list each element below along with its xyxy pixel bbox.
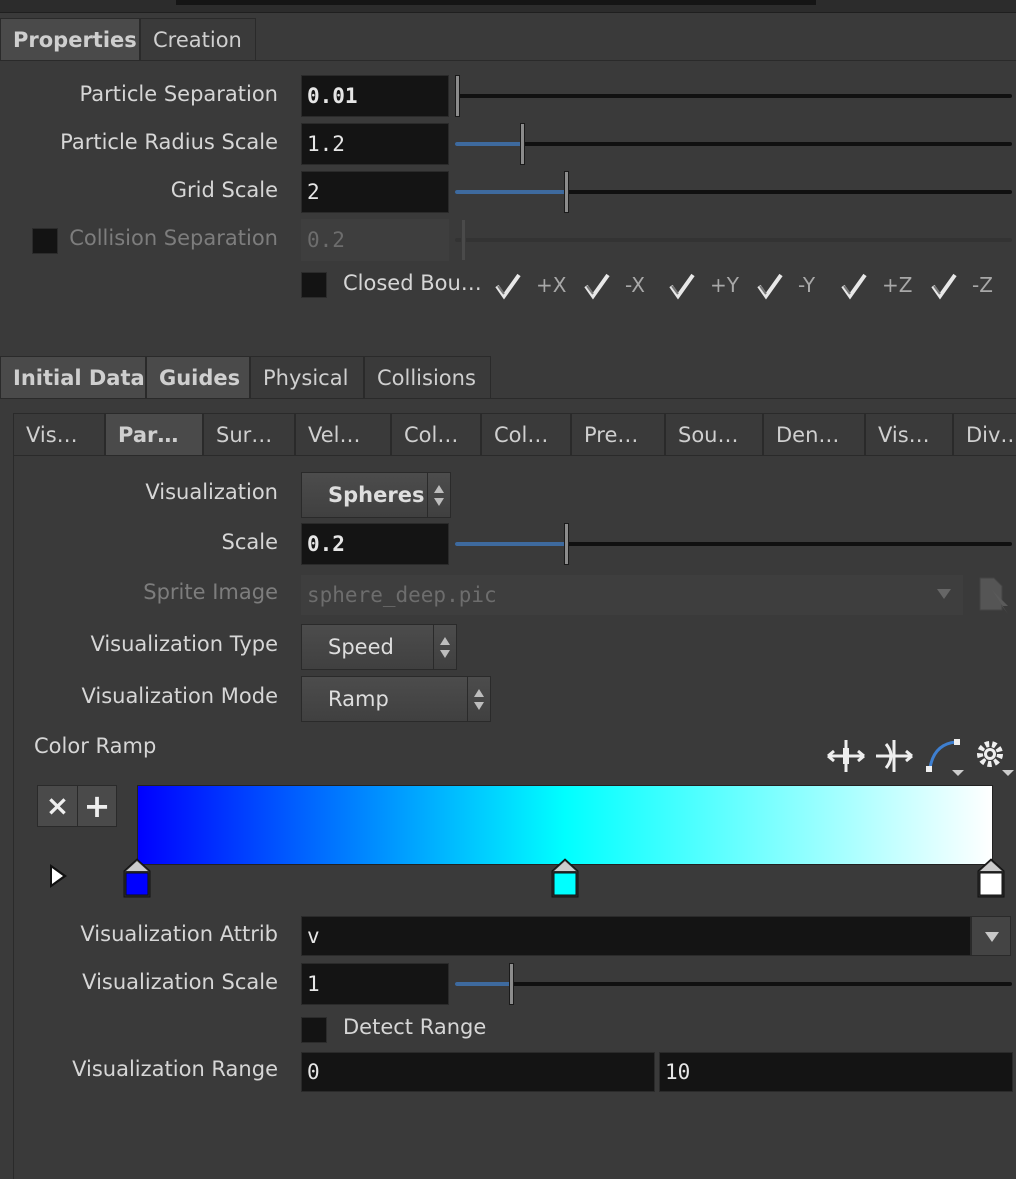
tab-properties[interactable]: Properties [0,18,140,60]
subtab-1[interactable]: Par… [105,413,203,455]
gear-icon[interactable] [977,741,1014,776]
ramp-key-1[interactable] [551,858,579,898]
scale-field[interactable]: 0.2 [301,523,449,565]
axis-checkbox-0[interactable] [494,272,522,300]
particle-separation-slider[interactable] [455,75,1012,117]
subtab-5[interactable]: Col… [481,413,571,455]
axis-checkbox-1[interactable] [583,272,611,300]
sprite-image-label: Sprite Image [143,580,278,604]
slider-handle[interactable] [461,219,466,261]
scale-slider[interactable] [455,523,1012,565]
path-field[interactable] [176,0,816,5]
axis-label-5: -Z [972,273,993,297]
particle-radius-scale-slider[interactable] [455,123,1012,165]
subtab-9[interactable]: Vis… [865,413,953,455]
visualization-scale-field[interactable]: 1 [301,963,449,1005]
subtab-8[interactable]: Den… [763,413,865,455]
delete-key-button[interactable]: × [38,786,78,826]
slider-handle[interactable] [564,171,569,213]
tab-collisions[interactable]: Collisions [364,356,491,398]
tab-guides[interactable]: Guides [146,356,250,398]
tab-initial-data[interactable]: Initial Data [0,356,146,398]
visualization-label: Visualization [145,480,278,504]
section-tab-divider [0,398,1016,399]
particle-separation-field[interactable]: 0.01 [301,75,449,117]
attrib-dropdown-button[interactable] [971,916,1011,956]
tab-divider [0,60,1016,61]
interpolation-icon[interactable] [926,739,964,776]
subtab-divider [13,455,1016,456]
visualization-range-label: Visualization Range [72,1057,278,1081]
color-ramp-bar[interactable] [137,785,993,865]
visualization-value: Spheres [328,483,425,507]
file-chooser-icon[interactable] [978,576,1008,614]
subtab-4[interactable]: Col… [391,413,481,455]
grid-scale-slider[interactable] [455,171,1012,213]
slider-handle[interactable] [509,963,514,1005]
visualization-scale-slider[interactable] [455,963,1012,1005]
collision-separation-field[interactable]: 0.2 [301,219,449,261]
sprite-image-field[interactable]: sphere_deep.pic [301,575,963,615]
visualization-range-max[interactable]: 10 [659,1052,1013,1092]
collision-separation-slider[interactable] [455,219,1012,261]
top-toolbar [0,0,1016,13]
slider-handle[interactable] [520,123,525,165]
visualization-mode-value: Ramp [328,687,389,711]
visualization-type-label: Visualization Type [90,632,278,656]
visualization-type-menu[interactable]: Speed [301,624,457,670]
scale-keys-icon[interactable] [876,740,913,772]
detect-range-checkbox[interactable] [301,1017,327,1043]
axis-label-3: -Y [798,273,816,297]
closed-boundaries-checkbox[interactable] [301,272,327,298]
subtab-7[interactable]: Sou… [665,413,763,455]
subtab-6[interactable]: Pre… [571,413,665,455]
updown-arrows-icon [427,473,450,517]
visualization-mode-menu[interactable]: Ramp [301,676,491,722]
particle-radius-scale-field[interactable]: 1.2 [301,123,449,165]
ramp-key-buttons: × + [37,785,117,827]
axis-checkbox-3[interactable] [756,272,784,300]
axis-label-0: +X [536,273,567,297]
sprite-dropdown-icon[interactable] [926,575,962,615]
tab-physical[interactable]: Physical [250,356,364,398]
detect-range-label: Detect Range [343,1015,487,1039]
visualization-attrib-field[interactable]: v [301,916,971,956]
tab-creation[interactable]: Creation [140,18,256,60]
move-keys-icon[interactable] [827,740,865,772]
visualization-range-min[interactable]: 0 [301,1052,655,1092]
chevron-down-icon [985,932,999,942]
add-key-button[interactable]: + [78,786,116,826]
axis-label-4: +Z [882,273,913,297]
updown-arrows-icon [433,625,456,669]
closed-boundaries-label: Closed Bou… [343,271,482,295]
slider-handle[interactable] [455,75,460,117]
axis-label-2: +Y [710,273,739,297]
scale-label: Scale [221,530,279,554]
subtab-3[interactable]: Vel… [295,413,391,455]
visualization-mode-label: Visualization Mode [81,684,278,708]
color-ramp-label: Color Ramp [34,734,157,758]
ramp-expand-triangle-fill [52,868,63,884]
updown-arrows-icon [467,677,490,721]
subtab-2[interactable]: Sur… [203,413,295,455]
subtab-0[interactable]: Vis… [13,413,105,455]
visualization-type-value: Speed [328,635,394,659]
axis-checkbox-5[interactable] [930,272,958,300]
grid-scale-field[interactable]: 2 [301,171,449,213]
visualization-attrib-label: Visualization Attrib [80,922,278,946]
visualization-menu[interactable]: Spheres [301,472,451,518]
axis-checkbox-2[interactable] [668,272,696,300]
visualization-scale-label: Visualization Scale [82,970,278,994]
particle-radius-scale-label: Particle Radius Scale [60,130,278,154]
axis-checkbox-4[interactable] [840,272,868,300]
subtab-10[interactable]: Div… [953,413,1016,455]
ramp-key-2[interactable] [977,858,1005,898]
grid-scale-label: Grid Scale [170,178,278,202]
ramp-key-0[interactable] [123,858,151,898]
particle-separation-label: Particle Separation [79,82,278,106]
ramp-toolbar [826,734,1014,778]
slider-handle[interactable] [564,523,569,565]
axis-label-1: -X [625,273,645,297]
collision-separation-label: Collision Separation [69,226,278,250]
